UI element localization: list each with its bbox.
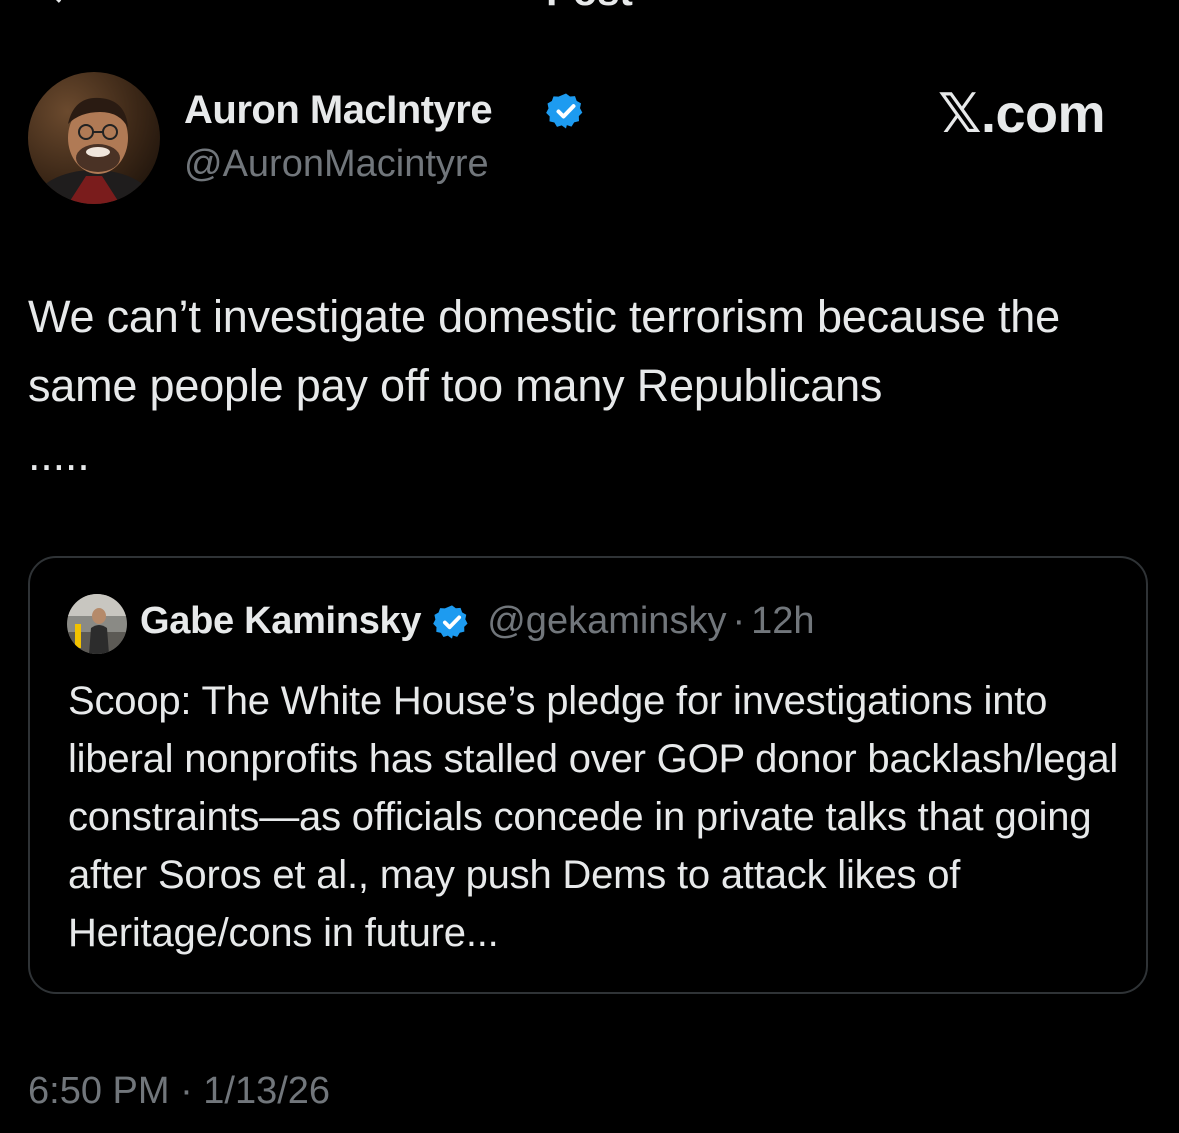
post-header: Post <box>0 0 1179 14</box>
quoted-author-avatar-image <box>67 594 127 654</box>
author-name[interactable]: Auron MacIntyre <box>184 88 493 133</box>
author-handle[interactable]: @AuronMacintyre <box>184 143 489 186</box>
quoted-post-card[interactable]: Gabe Kaminsky @gekaminsky · 12h Scoop: T… <box>28 556 1148 994</box>
quoted-author-name[interactable]: Gabe Kaminsky <box>140 600 422 643</box>
author-avatar-image <box>28 72 160 204</box>
author-avatar[interactable] <box>28 72 160 204</box>
quoted-post-text: Scoop: The White House’s pledge for inve… <box>68 679 1119 955</box>
page-title: Post <box>0 0 1179 15</box>
post-text: We can’t investigate domestic terrorism … <box>28 291 1060 480</box>
separator-dot: · <box>732 600 746 642</box>
quoted-post-time: 12h <box>751 600 815 642</box>
verified-badge-icon <box>546 93 583 129</box>
quoted-author-handle[interactable]: @gekaminsky <box>487 600 726 643</box>
verified-badge-icon <box>433 604 468 639</box>
post-timestamp[interactable]: 6:50 PM · 1/13/26 <box>28 1070 330 1113</box>
quoted-post-header: Gabe Kaminsky @gekaminsky · 12h <box>140 600 815 643</box>
quoted-author-avatar[interactable] <box>67 594 127 654</box>
x-com-watermark: 𝕏.com <box>938 84 1106 144</box>
